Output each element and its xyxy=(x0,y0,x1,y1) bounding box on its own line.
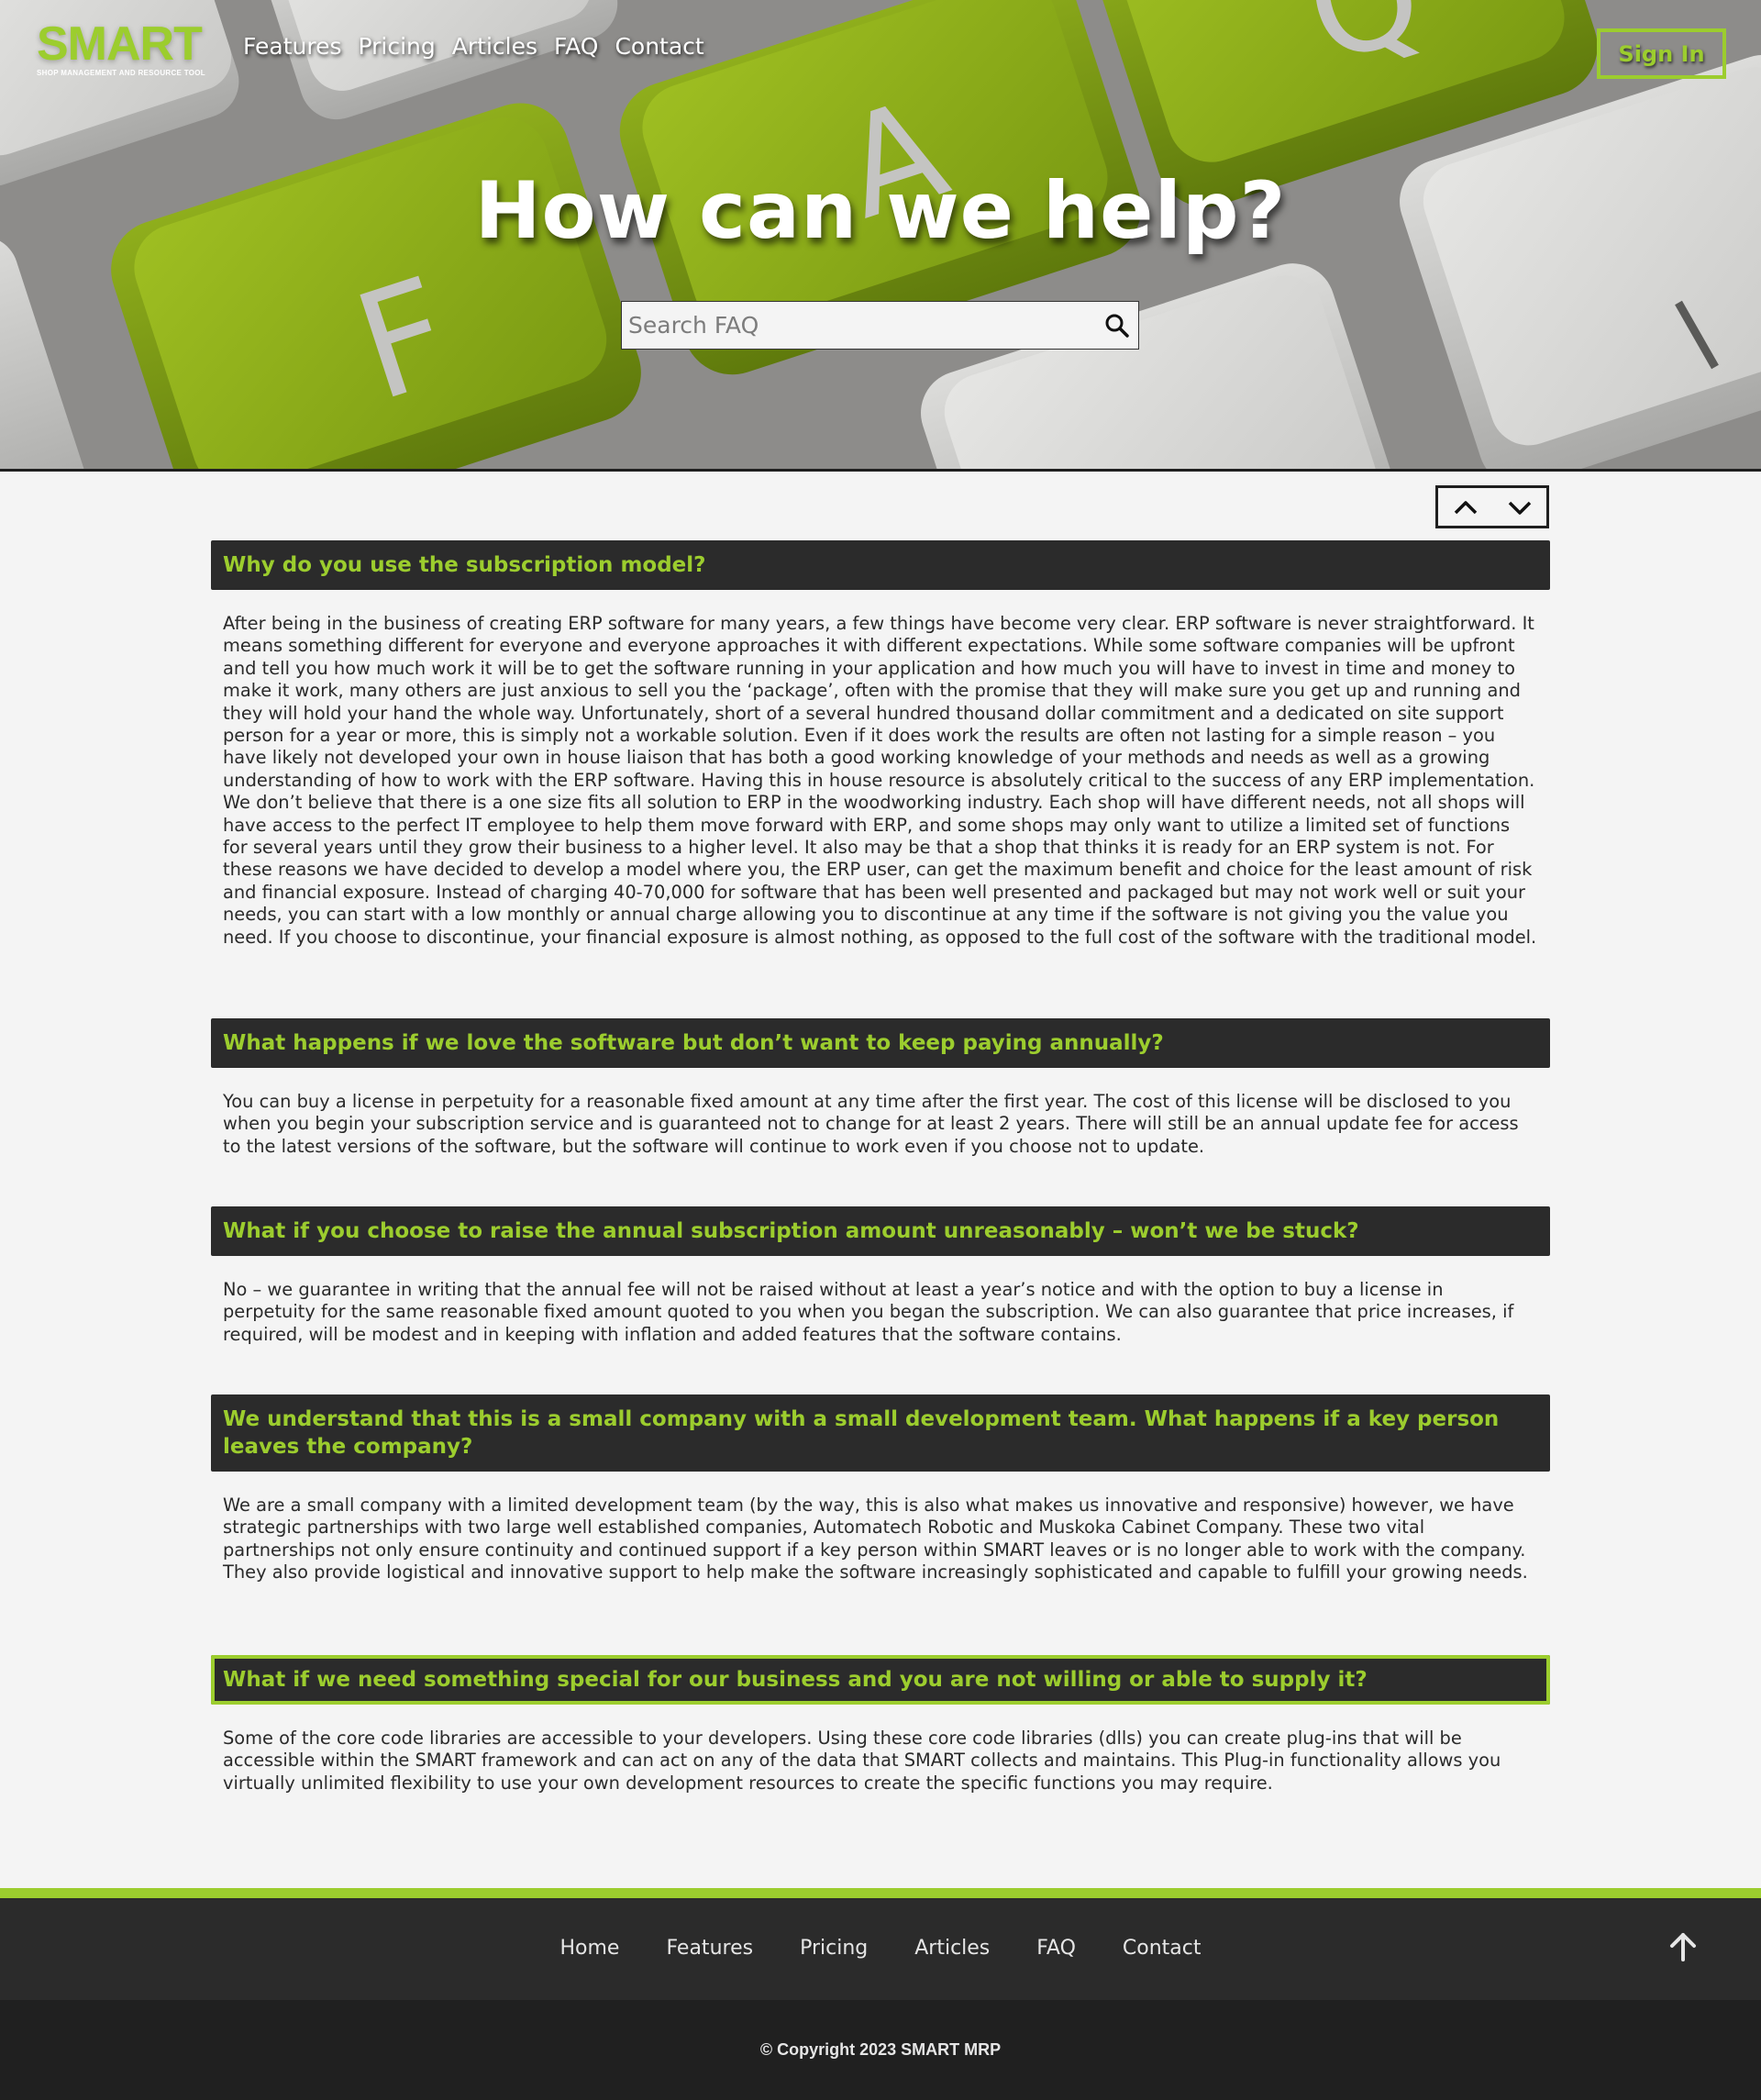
footer-link-faq[interactable]: FAQ xyxy=(1036,1937,1076,1960)
expand-all-button[interactable] xyxy=(1492,488,1546,526)
faq-answer: You can buy a license in perpetuity for … xyxy=(223,1091,1519,1157)
footer-link-pricing[interactable]: Pricing xyxy=(800,1937,868,1960)
footer-link-articles[interactable]: Articles xyxy=(914,1937,990,1960)
faq-question[interactable]: What if we need something special for ou… xyxy=(211,1655,1550,1705)
nav-link-contact[interactable]: Contact xyxy=(615,33,703,60)
faq-item: Why do you use the subscription model? A… xyxy=(211,540,1550,949)
collapse-all-button[interactable] xyxy=(1438,488,1492,526)
footer-nav: Home Features Pricing Articles FAQ Conta… xyxy=(0,1898,1761,2000)
main-nav: Features Pricing Articles FAQ Contact xyxy=(243,33,704,60)
footer-link-features[interactable]: Features xyxy=(666,1937,753,1960)
faq-question[interactable]: We understand that this is a small compa… xyxy=(211,1394,1550,1472)
back-to-top-button[interactable] xyxy=(1665,1928,1701,1965)
nav-link-faq[interactable]: FAQ xyxy=(554,33,598,60)
logo-tagline: SHOP MANAGEMENT AND RESOURCE TOOL xyxy=(37,69,205,77)
nav-link-pricing[interactable]: Pricing xyxy=(359,33,436,60)
faq-answer: After being in the business of creating … xyxy=(223,613,1537,948)
faq-answer: We are a small company with a limited de… xyxy=(223,1494,1528,1583)
copyright-text: © Copyright 2023 SMART MRP xyxy=(759,2040,1002,2059)
chevron-up-icon xyxy=(1454,500,1477,514)
faq-item: What happens if we love the software but… xyxy=(211,1018,1550,1158)
footer-accent-bar xyxy=(0,1888,1761,1898)
chevron-down-icon xyxy=(1508,501,1531,515)
faq-question[interactable]: What if you choose to raise the annual s… xyxy=(211,1206,1550,1256)
page-title: How can we help? xyxy=(474,165,1287,257)
faq-search-box xyxy=(621,301,1139,350)
copyright-bar: © Copyright 2023 SMART MRP xyxy=(0,2000,1761,2100)
logo-wordmark: SMART xyxy=(37,17,203,71)
search-button[interactable] xyxy=(1096,302,1138,349)
smart-logo[interactable]: SMART SHOP MANAGEMENT AND RESOURCE TOOL xyxy=(37,20,220,77)
faq-item: What if we need something special for ou… xyxy=(211,1655,1550,1794)
arrow-up-icon xyxy=(1670,1933,1696,1961)
hero-banner: F A Q SMART SHOP MANAGEMENT AND RESOURCE… xyxy=(0,0,1761,472)
faq-item: What if you choose to raise the annual s… xyxy=(211,1206,1550,1346)
sign-in-button[interactable]: Sign In xyxy=(1597,28,1726,79)
faq-answer: Some of the core code libraries are acce… xyxy=(223,1728,1501,1794)
search-input[interactable] xyxy=(622,302,1096,349)
faq-item: We understand that this is a small compa… xyxy=(211,1394,1550,1584)
nav-link-features[interactable]: Features xyxy=(243,33,342,60)
nav-link-articles[interactable]: Articles xyxy=(452,33,537,60)
accordion-controls xyxy=(1435,485,1549,528)
faq-question[interactable]: Why do you use the subscription model? xyxy=(211,540,1550,590)
footer-link-contact[interactable]: Contact xyxy=(1123,1937,1202,1960)
faq-question[interactable]: What happens if we love the software but… xyxy=(211,1018,1550,1068)
footer-link-home[interactable]: Home xyxy=(560,1937,620,1960)
search-icon xyxy=(1105,314,1129,338)
faq-answer: No – we guarantee in writing that the an… xyxy=(223,1279,1514,1345)
